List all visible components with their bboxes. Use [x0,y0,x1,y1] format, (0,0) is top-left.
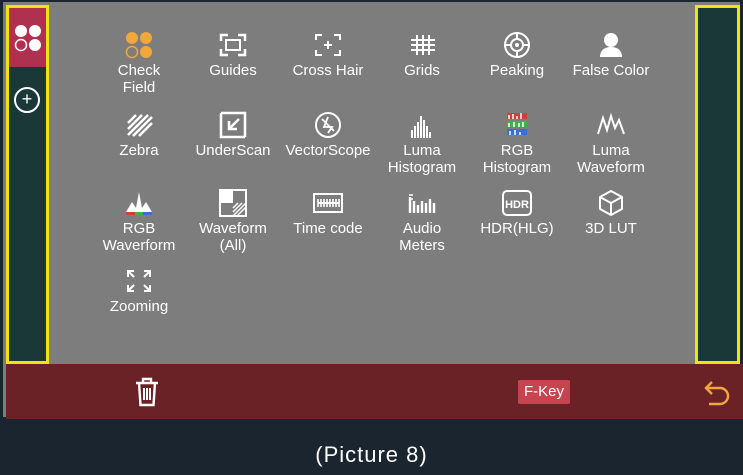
feature-3d-lut[interactable]: 3D LUT [563,188,659,237]
audio-meters-icon [408,194,436,213]
feature-cross-hair[interactable]: Cross Hair [280,30,376,79]
feature-label: Luma Histogram [387,142,457,176]
false-color-icon [600,33,622,57]
active-shortcut-tile[interactable] [9,8,46,67]
feature-luma-histogram[interactable]: Luma Histogram [374,110,470,176]
check-field-icon [14,24,41,51]
feature-time-code[interactable]: Time code [280,188,376,237]
feature-label: Peaking [489,62,545,79]
feature-hdr-hlg[interactable]: HDR HDR(HLG) [469,188,565,237]
feature-rgb-waveform[interactable]: RGB Waverform [91,188,187,254]
feature-label: VectorScope [285,142,371,159]
grids-icon [411,35,435,55]
feature-rgb-histogram[interactable]: RGB Histogram [469,110,565,176]
figure-caption: (Picture 8) [315,442,428,467]
feature-label: False Color [572,62,650,79]
bottom-toolbar: F-Key [6,364,743,419]
feature-label: UnderScan [195,142,271,159]
plus-circle-icon: + [21,89,33,109]
feature-luma-waveform[interactable]: Luma Waveform [563,110,659,176]
feature-label: HDR(HLG) [480,220,554,237]
right-shortcut-panel [695,5,740,364]
add-shortcut-button[interactable]: + [14,87,40,113]
feature-label: Luma Waveform [577,142,645,176]
left-shortcut-panel: + [6,5,49,364]
feature-grid: Check Field Guides Cross Hair Grids Peak… [91,30,691,330]
waveform-all-icon [219,189,247,217]
check-field-icon [125,32,152,59]
feature-underscan[interactable]: UnderScan [185,110,281,159]
guides-icon [219,33,247,57]
feature-waveform-all[interactable]: Waveform (All) [185,188,281,254]
feature-zebra[interactable]: Zebra [91,110,187,159]
luma-waveform-icon [597,112,625,135]
hdr-hlg-icon: HDR [502,190,532,216]
peaking-icon [504,32,530,58]
svg-text:HDR: HDR [505,199,529,211]
zebra-icon [127,114,153,137]
feature-label: Check Field [117,62,161,96]
feature-label: RGB Histogram [482,142,552,176]
zooming-icon [127,270,151,292]
feature-label: Grids [404,62,440,79]
feature-label: RGB Waverform [102,220,176,254]
feature-grids[interactable]: Grids [374,30,470,79]
feature-vectorscope[interactable]: VectorScope [280,110,376,159]
feature-label: Guides [209,62,257,79]
feature-zooming[interactable]: Zooming [91,266,187,315]
luma-histogram-icon [411,116,431,138]
feature-label: Audio Meters [399,220,445,254]
underscan-icon [219,111,247,139]
feature-label: Zooming [109,298,169,315]
cross-hair-icon [315,34,341,56]
3d-lut-icon [599,190,623,216]
rgb-histogram-icon [507,113,527,135]
trash-icon[interactable] [131,376,163,408]
feature-label: Cross Hair [292,62,364,79]
feature-guides[interactable]: Guides [185,30,281,79]
feature-check-field[interactable]: Check Field [91,30,187,96]
feature-false-color[interactable]: False Color [563,30,659,79]
monitor-screen: + Check Field Guides Cross Hair Grids Pe… [3,2,743,419]
feature-label: Zebra [119,142,159,159]
feature-label: Waveform (All) [199,220,267,254]
feature-label: Time code [293,220,363,237]
time-code-icon [313,193,343,213]
back-arrow-icon[interactable] [703,378,733,406]
fkey-button[interactable]: F-Key [518,380,571,404]
feature-label: 3D LUT [585,220,637,237]
rgb-waveform-icon [126,192,152,215]
feature-peaking[interactable]: Peaking [469,30,565,79]
vectorscope-icon [315,112,341,138]
feature-audio-meters[interactable]: Audio Meters [374,188,470,254]
